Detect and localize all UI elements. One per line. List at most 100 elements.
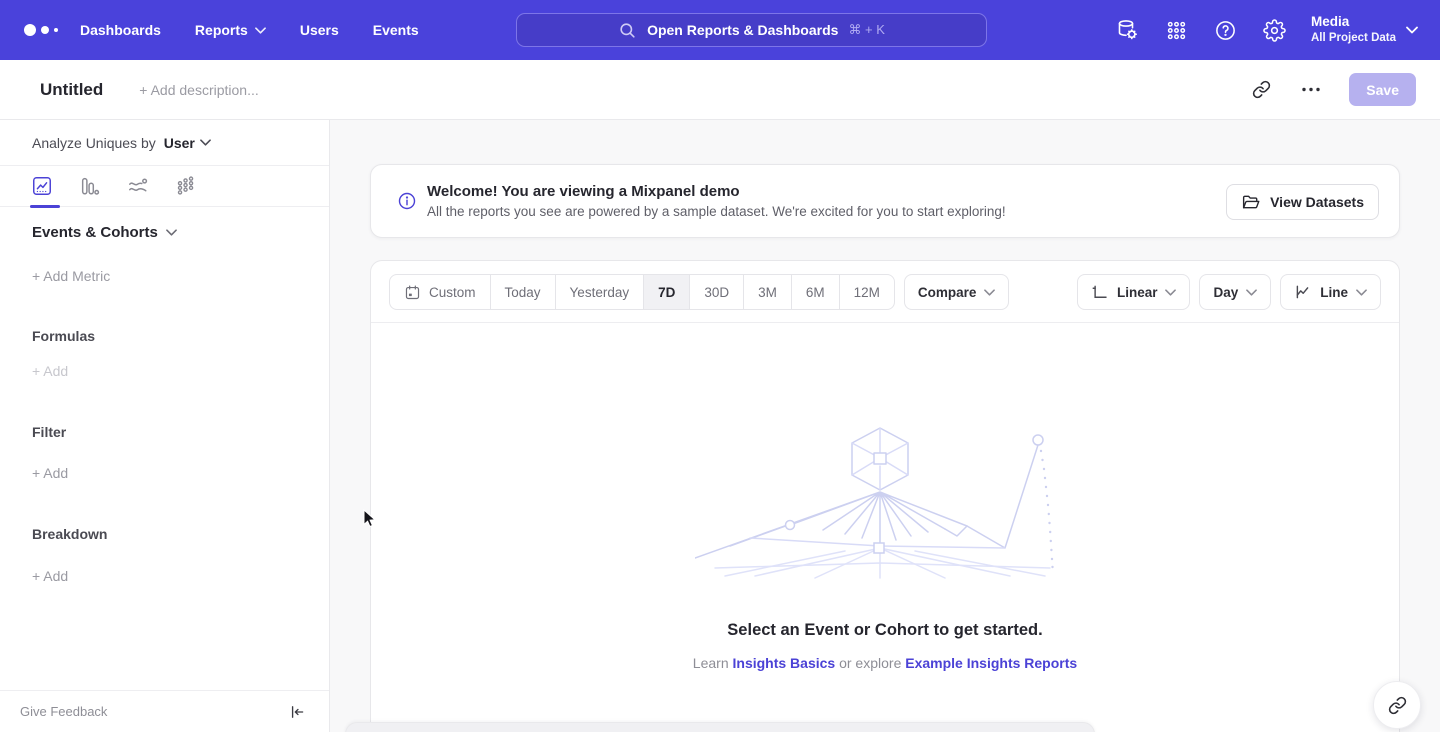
more-ellipsis-icon[interactable]: [1299, 78, 1323, 102]
axes-linear-icon: [1091, 283, 1109, 301]
primary-nav: Dashboards Reports Users Events: [80, 22, 419, 38]
date-range-7d-selected[interactable]: 7D: [643, 275, 689, 309]
nav-item-users[interactable]: Users: [300, 22, 339, 38]
save-button[interactable]: Save: [1349, 73, 1416, 106]
query-builder-sidebar: Analyze Uniques by User: [0, 120, 330, 732]
bar-chart-tab-icon: [79, 175, 101, 197]
date-range-label: Custom: [429, 285, 476, 300]
explore-text: or explore: [839, 655, 901, 671]
add-breakdown-button[interactable]: + Add: [32, 568, 68, 584]
chart-type-dropdown[interactable]: Line: [1280, 274, 1381, 310]
tab-line-chart[interactable]: [30, 174, 54, 198]
scale-dropdown[interactable]: Linear: [1077, 274, 1191, 310]
chevron-down-icon: [1406, 26, 1418, 34]
mixpanel-insights-page: Dashboards Reports Users Events Open Rep…: [0, 0, 1440, 732]
date-range-label: Today: [505, 285, 541, 300]
empty-state-title: Select an Event or Cohort to get started…: [727, 621, 1042, 640]
chevron-down-icon: [166, 229, 177, 236]
global-search-input[interactable]: Open Reports & Dashboards ⌘ + K: [516, 13, 987, 47]
date-range-custom[interactable]: Custom: [390, 275, 490, 309]
breakdown-section-label: Breakdown: [32, 526, 107, 542]
give-feedback-link[interactable]: Give Feedback: [20, 704, 107, 719]
nav-item-label: Users: [300, 22, 339, 38]
search-placeholder: Open Reports & Dashboards: [647, 22, 838, 38]
report-title[interactable]: Untitled: [40, 80, 103, 100]
tab-bar-chart[interactable]: [78, 174, 102, 198]
metrics-tab-icon: [175, 175, 197, 197]
interval-dropdown[interactable]: Day: [1199, 274, 1271, 310]
nav-item-reports[interactable]: Reports: [195, 22, 266, 38]
folder-open-icon: [1241, 193, 1261, 211]
events-cohorts-label: Events & Cohorts: [32, 224, 158, 241]
top-navigation: Dashboards Reports Users Events Open Rep…: [0, 0, 1440, 60]
tab-metrics[interactable]: [174, 174, 198, 198]
insights-chart-card: Custom Today Yesterday 7D 30D 3M 6M 12M …: [370, 260, 1400, 732]
mixpanel-logo-dots-icon[interactable]: [24, 24, 70, 36]
chevron-down-icon: [1356, 289, 1367, 296]
date-range-segmented-control: Custom Today Yesterday 7D 30D 3M 6M 12M: [389, 274, 895, 310]
date-range-label: Yesterday: [570, 285, 630, 300]
settings-gear-icon[interactable]: [1262, 18, 1286, 42]
date-range-label: 30D: [704, 285, 729, 300]
demo-welcome-banner: Welcome! You are viewing a Mixpanel demo…: [370, 164, 1400, 238]
date-range-label: 6M: [806, 285, 825, 300]
learn-text: Learn: [693, 655, 729, 671]
add-formula-button[interactable]: + Add: [32, 363, 68, 379]
visualization-tabs: [0, 166, 329, 207]
nav-item-label: Dashboards: [80, 22, 161, 38]
line-chart-icon: [1294, 283, 1312, 301]
add-filter-button[interactable]: + Add: [32, 465, 68, 481]
analyze-row: Analyze Uniques by User: [0, 120, 329, 166]
info-circle-icon: [397, 191, 417, 211]
analyze-entity-dropdown[interactable]: User: [164, 135, 211, 151]
empty-state-links: Learn Insights Basics or explore Example…: [693, 655, 1077, 671]
scale-label: Linear: [1117, 285, 1158, 300]
apps-grid-icon[interactable]: [1164, 18, 1188, 42]
date-range-12m[interactable]: 12M: [839, 275, 894, 309]
nav-item-label: Events: [373, 22, 419, 38]
report-header: Untitled + Add description... Save: [0, 60, 1440, 120]
tab-flows[interactable]: [126, 174, 150, 198]
date-range-3m[interactable]: 3M: [743, 275, 791, 309]
view-datasets-label: View Datasets: [1270, 194, 1364, 210]
flows-tab-icon: [127, 175, 149, 197]
date-range-30d[interactable]: 30D: [689, 275, 743, 309]
help-icon[interactable]: [1213, 18, 1237, 42]
project-scope: All Project Data: [1311, 31, 1396, 45]
nav-item-dashboards[interactable]: Dashboards: [80, 22, 161, 38]
date-range-label: 7D: [658, 285, 675, 300]
main-content: Welcome! You are viewing a Mixpanel demo…: [330, 120, 1440, 732]
events-cohorts-section-toggle[interactable]: Events & Cohorts: [32, 224, 177, 241]
empty-state: Select an Event or Cohort to get started…: [371, 426, 1399, 671]
share-link-floating-button[interactable]: [1373, 681, 1421, 729]
date-range-yesterday[interactable]: Yesterday: [555, 275, 644, 309]
insights-basics-link[interactable]: Insights Basics: [733, 655, 836, 671]
sidebar-footer: Give Feedback: [0, 690, 329, 732]
results-panel-peek[interactable]: [345, 722, 1095, 732]
date-range-label: 3M: [758, 285, 777, 300]
calendar-icon: [404, 284, 421, 301]
nav-item-events[interactable]: Events: [373, 22, 419, 38]
chevron-down-icon: [255, 27, 266, 34]
add-description-field[interactable]: + Add description...: [139, 82, 258, 98]
analyze-label: Analyze Uniques by: [32, 135, 156, 151]
nav-item-label: Reports: [195, 22, 248, 38]
add-metric-button[interactable]: + Add Metric: [32, 268, 110, 284]
active-tab-indicator: [30, 205, 60, 208]
copy-link-icon[interactable]: [1249, 78, 1273, 102]
link-icon: [1388, 696, 1407, 715]
data-pipeline-icon[interactable]: [1115, 18, 1139, 42]
analyze-entity-value: User: [164, 135, 195, 151]
project-switcher[interactable]: Media All Project Data: [1311, 14, 1418, 45]
chevron-down-icon: [200, 139, 211, 146]
date-range-6m[interactable]: 6M: [791, 275, 839, 309]
collapse-sidebar-icon[interactable]: [289, 704, 305, 720]
example-reports-link[interactable]: Example Insights Reports: [905, 655, 1077, 671]
chart-controls-row: Custom Today Yesterday 7D 30D 3M 6M 12M …: [371, 261, 1399, 323]
view-datasets-button[interactable]: View Datasets: [1226, 184, 1379, 220]
report-header-actions: Save: [1249, 73, 1416, 106]
chevron-down-icon: [1165, 289, 1176, 296]
line-chart-tab-icon: [31, 175, 53, 197]
date-range-today[interactable]: Today: [490, 275, 555, 309]
compare-dropdown[interactable]: Compare: [904, 274, 1010, 310]
